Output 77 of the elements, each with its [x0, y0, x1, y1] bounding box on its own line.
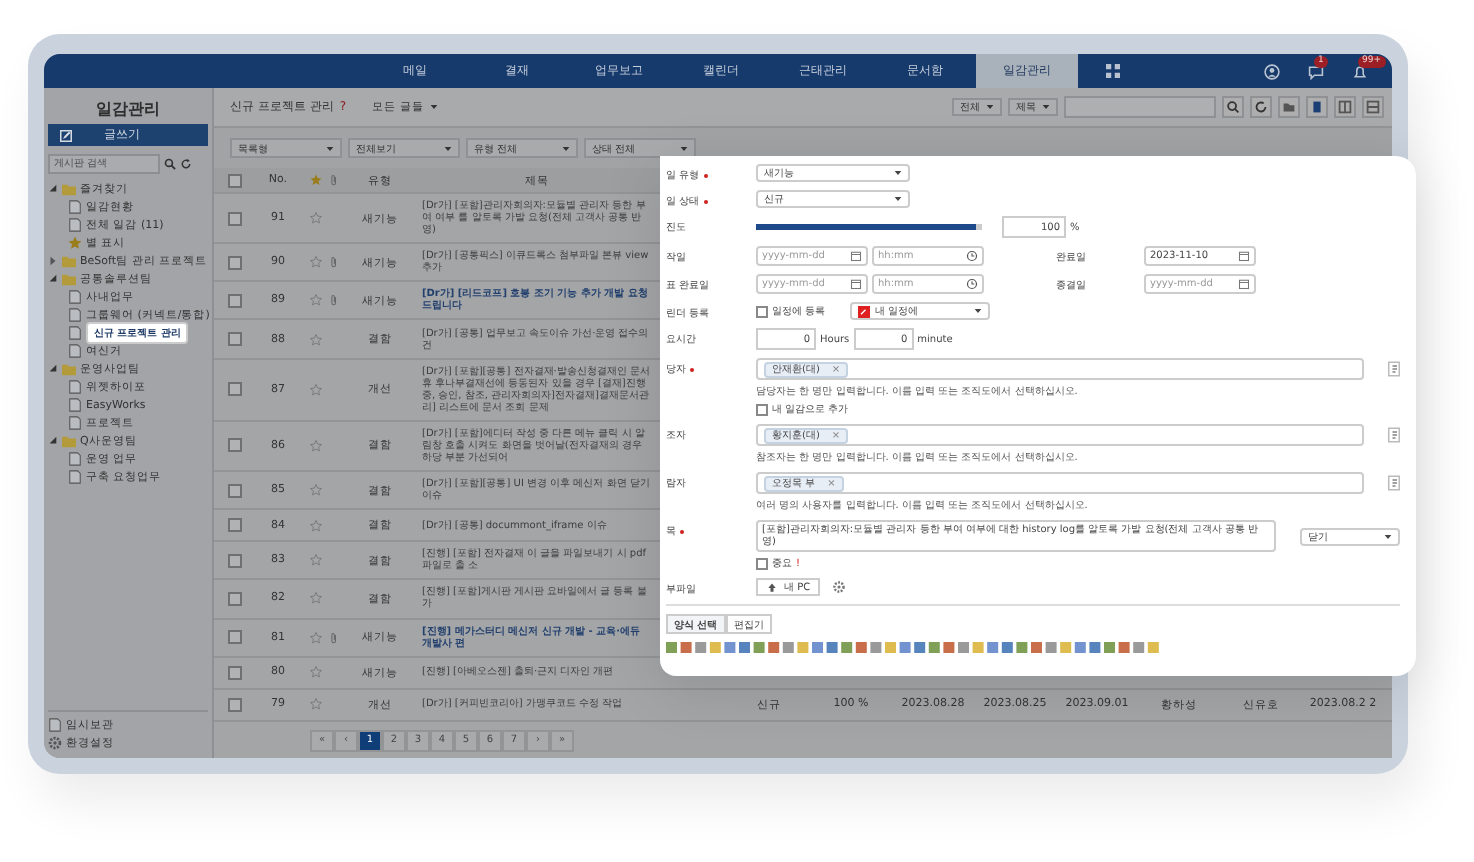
- star-icon[interactable]: [309, 383, 321, 396]
- row-checkbox[interactable]: [227, 438, 241, 453]
- split-view-icon[interactable]: [1334, 96, 1356, 118]
- calendar-icon: [1238, 278, 1250, 290]
- refresh-icon[interactable]: [1250, 96, 1272, 118]
- upload-icon: [766, 581, 778, 593]
- list-view-icon[interactable]: [1306, 96, 1328, 118]
- caret-icon: [1384, 533, 1392, 539]
- org-chart-icon[interactable]: [1388, 426, 1400, 444]
- row-checkbox[interactable]: [227, 665, 241, 680]
- settings-icon[interactable]: [832, 580, 847, 594]
- caret-icon: [680, 145, 688, 151]
- star-icon[interactable]: [309, 212, 321, 225]
- row-checkbox[interactable]: [227, 591, 241, 606]
- expanded-caret-icon[interactable]: [48, 436, 58, 446]
- row-checkbox[interactable]: [227, 382, 241, 397]
- search-icon[interactable]: [1222, 96, 1244, 118]
- paperclip-icon: [327, 174, 339, 186]
- star-icon[interactable]: [309, 256, 321, 269]
- caret-icon: [562, 145, 570, 151]
- select-all-checkbox[interactable]: [227, 173, 241, 187]
- star-icon: [309, 174, 321, 186]
- edit-icon: [60, 129, 72, 141]
- caret-icon: [973, 308, 982, 314]
- user-icon[interactable]: [1264, 63, 1280, 79]
- search-field[interactable]: [1064, 96, 1216, 118]
- folder-icon: [62, 362, 76, 376]
- row-checkbox[interactable]: [227, 293, 241, 308]
- collapsed-caret-icon[interactable]: [48, 256, 58, 266]
- row-checkbox[interactable]: [227, 332, 241, 347]
- calendar-color-icon: [857, 305, 870, 317]
- clock-icon: [966, 278, 978, 290]
- folder-icon: [62, 182, 76, 196]
- row-checkbox[interactable]: [227, 483, 241, 498]
- caret-icon: [444, 145, 452, 151]
- star-icon: [68, 236, 82, 250]
- progress-slider[interactable]: [756, 224, 982, 230]
- star-icon[interactable]: [309, 698, 321, 711]
- row-checkbox[interactable]: [227, 630, 241, 645]
- document-icon: [48, 718, 62, 732]
- caret-icon: [986, 104, 994, 110]
- sidebar-title: 일감관리: [94, 98, 162, 122]
- apps-grid-icon[interactable]: [1106, 64, 1120, 78]
- star-icon[interactable]: [309, 333, 321, 346]
- row-checkbox[interactable]: [227, 553, 241, 568]
- row-checkbox[interactable]: [227, 518, 241, 533]
- folder-icon: [62, 434, 76, 448]
- chat-icon[interactable]: [1308, 63, 1324, 79]
- caret-icon: [326, 145, 334, 151]
- row-checkbox[interactable]: [227, 697, 241, 712]
- calendar-icon: [1238, 250, 1250, 262]
- star-icon[interactable]: [309, 294, 321, 307]
- refresh-icon[interactable]: [180, 158, 192, 170]
- folder-icon[interactable]: [1278, 96, 1300, 118]
- calendar-icon: [850, 250, 862, 262]
- star-icon[interactable]: [309, 666, 321, 679]
- org-chart-icon[interactable]: [1388, 474, 1400, 492]
- expanded-caret-icon[interactable]: [48, 274, 58, 284]
- bell-icon[interactable]: [1352, 63, 1368, 79]
- settings-icon: [48, 736, 62, 750]
- star-icon[interactable]: [309, 592, 321, 605]
- row-checkbox[interactable]: [227, 255, 241, 270]
- caret-icon: [1042, 104, 1050, 110]
- org-chart-icon[interactable]: [1388, 360, 1400, 378]
- caret-icon: [429, 104, 438, 110]
- clock-icon: [966, 250, 978, 262]
- expanded-caret-icon[interactable]: [48, 184, 58, 194]
- star-icon[interactable]: [309, 554, 321, 567]
- star-icon[interactable]: [309, 631, 321, 644]
- expanded-caret-icon[interactable]: [48, 364, 58, 374]
- star-icon[interactable]: [309, 484, 321, 497]
- star-icon[interactable]: [309, 519, 321, 532]
- star-icon[interactable]: [309, 439, 321, 452]
- horizontal-split-icon[interactable]: [1362, 96, 1384, 118]
- calendar-icon: [850, 278, 862, 290]
- search-icon[interactable]: [164, 158, 176, 170]
- row-checkbox[interactable]: [227, 211, 241, 226]
